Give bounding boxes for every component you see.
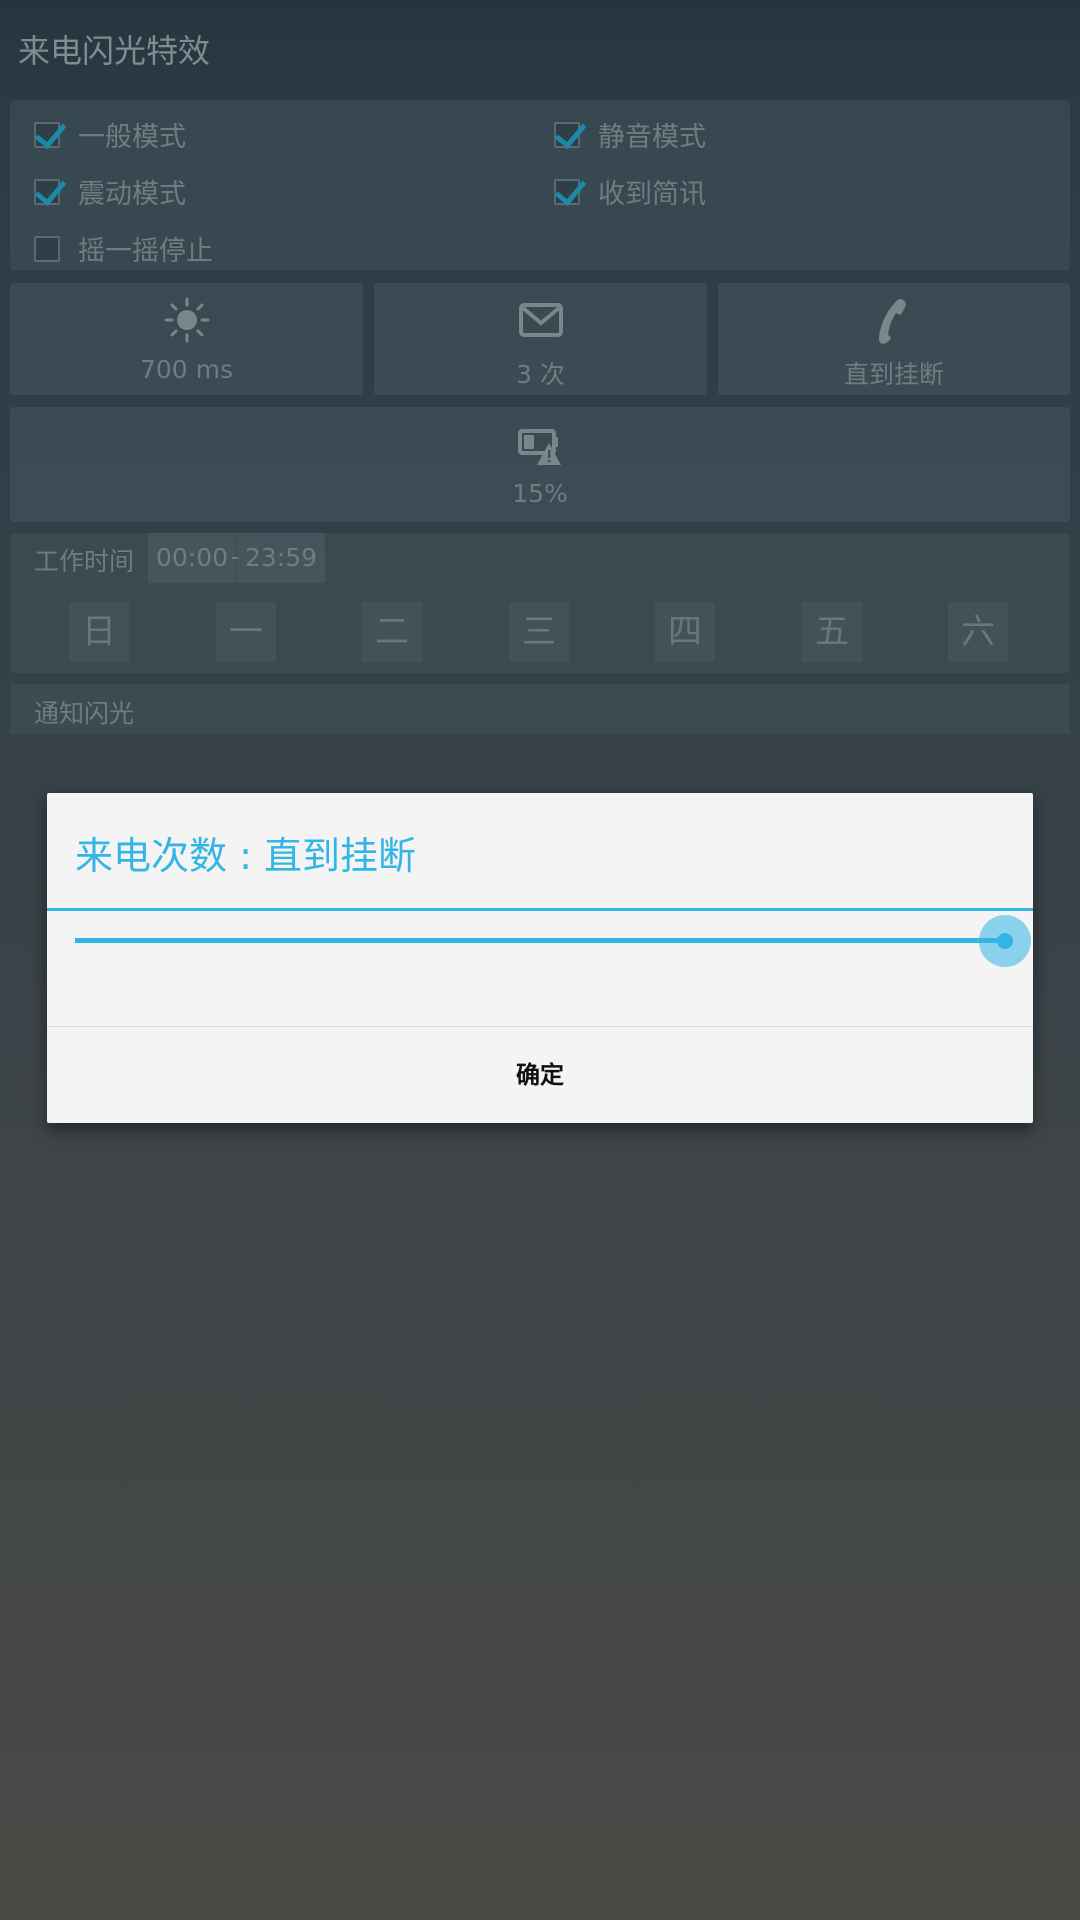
battery-warning-icon <box>518 429 561 465</box>
dialog-title-divider <box>47 908 1033 911</box>
dialog-title: 来电次数 : 直到挂断 <box>75 834 416 878</box>
battery-threshold-value: 15% <box>512 479 568 508</box>
option-label: 静音模式 <box>598 122 706 153</box>
slider-thumb[interactable] <box>997 933 1013 949</box>
checkbox[interactable] <box>34 235 60 262</box>
battery-threshold-tile[interactable]: 15% <box>10 407 1070 522</box>
call-count-slider[interactable] <box>75 938 1005 943</box>
call-count-tile[interactable]: 直到挂断 <box>718 283 1070 395</box>
option-general-mode[interactable]: 一般模式 <box>34 115 186 154</box>
sun-icon <box>164 297 209 343</box>
ok-button[interactable]: 确定 <box>47 1027 1033 1123</box>
checkbox[interactable] <box>34 178 60 205</box>
call-count-dialog: 来电次数 : 直到挂断 确定 <box>47 793 1033 1123</box>
day-thu[interactable]: 四 <box>655 602 715 662</box>
message-count-tile[interactable]: 3 次 <box>374 283 707 395</box>
app-screen: 来电闪光特效 一般模式 静音模式 震动模式 收到简讯 摇一摇停止 700 ms … <box>0 0 1080 1920</box>
checkbox[interactable] <box>34 121 60 148</box>
phone-icon <box>878 299 906 344</box>
work-time-label: 工作时间 <box>34 547 135 576</box>
day-sun[interactable]: 日 <box>69 602 129 662</box>
option-label: 一般模式 <box>78 122 186 153</box>
day-tue[interactable]: 二 <box>362 602 422 662</box>
option-label: 收到简讯 <box>598 179 706 210</box>
day-mon[interactable]: 一 <box>216 602 276 662</box>
option-label: 震动模式 <box>78 179 186 210</box>
title-bar: 来电闪光特效 <box>0 0 1080 100</box>
notification-flash-row[interactable]: 通知闪光 <box>10 684 1070 734</box>
option-receive-sms[interactable]: 收到简讯 <box>554 172 706 211</box>
mail-icon <box>518 303 563 337</box>
work-time-start[interactable]: 00:00 <box>148 533 237 583</box>
day-fri[interactable]: 五 <box>802 602 862 662</box>
option-shake-stop[interactable]: 摇一摇停止 <box>34 229 213 268</box>
notification-flash-label: 通知闪光 <box>34 699 135 728</box>
work-time-end[interactable]: 23:59 <box>237 533 326 583</box>
flash-speed-value: 700 ms <box>139 355 234 384</box>
checkbox[interactable] <box>554 178 580 205</box>
message-count-value: 3 次 <box>516 360 565 389</box>
call-count-value: 直到挂断 <box>843 360 944 389</box>
flash-speed-tile[interactable]: 700 ms <box>10 283 363 395</box>
option-label: 摇一摇停止 <box>78 236 213 267</box>
option-silent-mode[interactable]: 静音模式 <box>554 115 706 154</box>
checkbox[interactable] <box>554 121 580 148</box>
option-vibrate-mode[interactable]: 震动模式 <box>34 172 186 211</box>
app-title: 来电闪光特效 <box>18 32 211 70</box>
day-sat[interactable]: 六 <box>948 602 1008 662</box>
day-wed[interactable]: 三 <box>509 602 569 662</box>
